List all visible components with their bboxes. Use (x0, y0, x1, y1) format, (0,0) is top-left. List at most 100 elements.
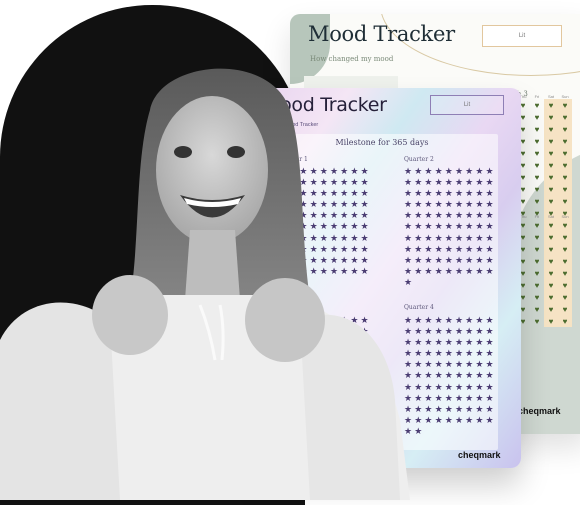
heart-icon[interactable]: ♥ (530, 255, 544, 267)
star-icon: ★ (485, 232, 494, 243)
heart-icon[interactable]: ♥ (544, 123, 558, 135)
star-icon: ★ (404, 370, 413, 381)
star-icon: ★ (454, 199, 464, 210)
quarter-2-label: Quarter 2 (404, 156, 434, 163)
star-icon: ★ (485, 403, 494, 414)
heart-icon[interactable]: ♥ (544, 303, 558, 315)
heart-icon[interactable]: ♥ (530, 111, 544, 123)
star-icon: ★ (404, 359, 413, 370)
heart-icon[interactable]: ♥ (544, 291, 558, 303)
heart-icon[interactable]: ♥ (544, 135, 558, 147)
star-icon: ★ (340, 177, 349, 188)
heart-icon[interactable]: ♥ (544, 159, 558, 171)
star-icon: ★ (404, 425, 413, 436)
heart-icon[interactable]: ♥ (558, 99, 572, 111)
heart-icon[interactable]: ♥ (544, 255, 558, 267)
heart-icon[interactable]: ♥ (544, 195, 558, 207)
star-icon: ★ (444, 326, 453, 337)
heart-icon[interactable]: ♥ (558, 171, 572, 183)
heart-icon[interactable]: ♥ (558, 183, 572, 195)
heart-icon[interactable]: ♥ (558, 291, 572, 303)
front-card-button[interactable]: Lit (430, 95, 504, 115)
heart-icon[interactable]: ♥ (558, 219, 572, 231)
star-icon: ★ (340, 359, 349, 370)
heart-icon[interactable]: ♥ (544, 219, 558, 231)
heart-icon[interactable]: ♥ (544, 171, 558, 183)
heart-icon[interactable]: ♥ (544, 147, 558, 159)
heart-icon[interactable]: ♥ (530, 219, 544, 231)
star-icon: ★ (434, 403, 443, 414)
heart-icon[interactable]: ♥ (544, 183, 558, 195)
star-icon: ★ (340, 381, 349, 392)
star-icon: ★ (350, 177, 359, 188)
heart-icon[interactable]: ♥ (530, 291, 544, 303)
star-icon: ★ (329, 403, 339, 414)
heart-icon[interactable]: ♥ (530, 135, 544, 147)
heart-icon[interactable]: ♥ (544, 99, 558, 111)
heart-icon[interactable]: ♥ (530, 303, 544, 315)
star-icon: ★ (329, 232, 339, 243)
heart-icon[interactable]: ♥ (530, 183, 544, 195)
heart-icon[interactable]: ♥ (558, 267, 572, 279)
heart-icon[interactable]: ♥ (530, 267, 544, 279)
heart-icon[interactable]: ♥ (530, 99, 544, 111)
back-card-button[interactable]: Lit (482, 25, 562, 47)
heart-row: ♥ ♥ ♥ ♥ (516, 231, 572, 243)
star-icon: ★ (485, 326, 494, 337)
star-icon: ★ (404, 221, 413, 232)
heart-icon[interactable]: ♥ (530, 243, 544, 255)
heart-row: ♥ ♥ ♥ ♥ (516, 183, 572, 195)
star-icon: ★ (465, 221, 474, 232)
star-icon: ★ (329, 326, 339, 337)
star-icon: ★ (485, 177, 494, 188)
heart-icon[interactable]: ♥ (558, 195, 572, 207)
star-icon: ★ (404, 210, 413, 221)
star-icon: ★ (350, 254, 359, 265)
heart-icon[interactable]: ♥ (530, 315, 544, 327)
star-icon: ★ (289, 221, 298, 232)
star-icon: ★ (475, 337, 484, 348)
heart-icon[interactable]: ♥ (558, 123, 572, 135)
star-icon: ★ (434, 243, 443, 254)
heart-icon[interactable]: ♥ (544, 243, 558, 255)
heart-icon[interactable]: ♥ (558, 255, 572, 267)
heart-icon[interactable]: ♥ (530, 159, 544, 171)
heart-icon[interactable]: ♥ (530, 195, 544, 207)
heart-icon[interactable]: ♥ (558, 159, 572, 171)
star-icon: ★ (309, 188, 318, 199)
star-icon: ★ (350, 392, 359, 403)
quarter-2-stars: ★ ★ ★ ★ ★ ★ ★ ★ ★ ★ ★ ★ ★ ★ ★ ★ ★ ★ ★ ★ ★ ★ ★ ★ ★ ★ ★ ★ ★ ★ ★ ★ ★ ★ ★ ★ ★ ★ ★ ★… (403, 166, 495, 288)
star-icon: ★ (289, 348, 298, 359)
heart-icon[interactable]: ♥ (544, 111, 558, 123)
heart-row: ♥ ♥ ♥ ♥ (516, 147, 572, 159)
star-icon: ★ (329, 166, 339, 176)
heart-icon[interactable]: ♥ (558, 111, 572, 123)
star-icon: ★ (350, 232, 359, 243)
heart-icon[interactable]: ♥ (558, 279, 572, 291)
heart-icon[interactable]: ♥ (530, 171, 544, 183)
star-icon: ★ (424, 177, 433, 188)
star-icon: ★ (475, 403, 484, 414)
star-icon: ★ (319, 337, 328, 348)
star-icon: ★ (299, 414, 308, 425)
heart-icon[interactable]: ♥ (530, 147, 544, 159)
heart-icon[interactable]: ♥ (558, 135, 572, 147)
heart-icon[interactable]: ♥ (544, 267, 558, 279)
heart-icon[interactable]: ♥ (530, 123, 544, 135)
heart-icon[interactable]: ♥ (558, 315, 572, 327)
star-icon: ★ (414, 188, 423, 199)
star-icon: ★ (414, 337, 423, 348)
heart-icon[interactable]: ♥ (558, 243, 572, 255)
heart-icon[interactable]: ♥ (530, 231, 544, 243)
heart-icon[interactable]: ♥ (558, 147, 572, 159)
heart-icon[interactable]: ♥ (544, 231, 558, 243)
heart-icon[interactable]: ♥ (544, 315, 558, 327)
heart-icon[interactable]: ♥ (544, 279, 558, 291)
heart-icon[interactable]: ♥ (558, 231, 572, 243)
star-icon: ★ (414, 414, 423, 425)
star-icon: ★ (475, 254, 484, 265)
heart-icon[interactable]: ♥ (558, 303, 572, 315)
star-icon: ★ (350, 188, 359, 199)
star-icon: ★ (350, 381, 359, 392)
heart-icon[interactable]: ♥ (530, 279, 544, 291)
